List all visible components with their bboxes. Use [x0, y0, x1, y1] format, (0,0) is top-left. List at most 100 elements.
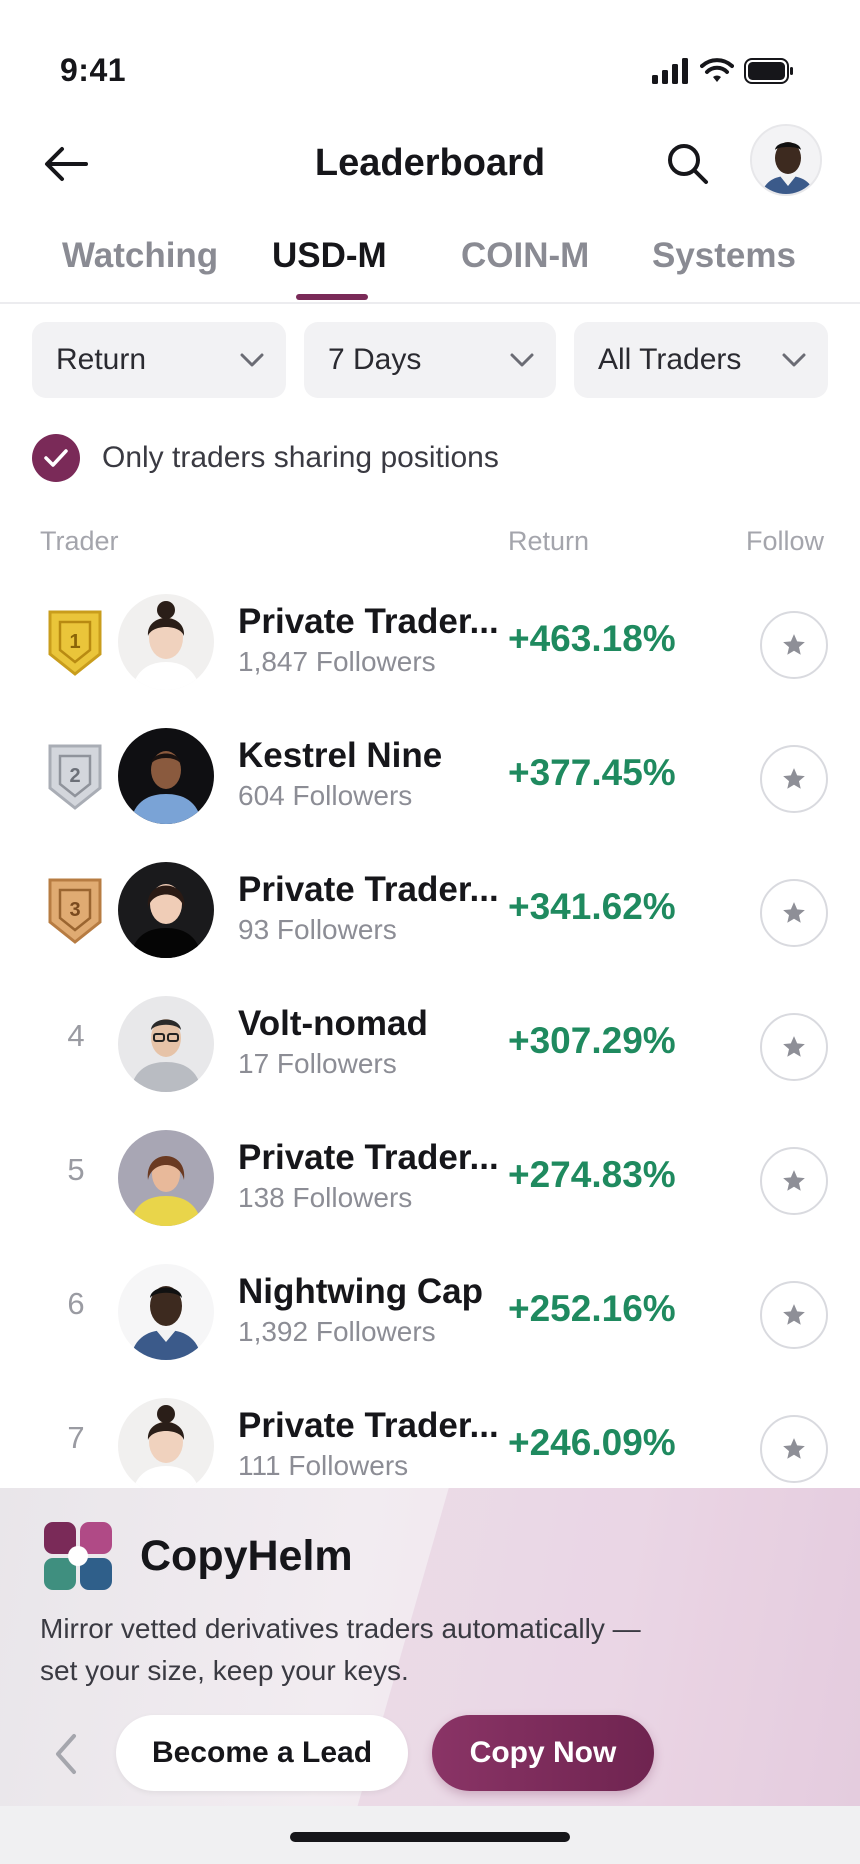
- avatar: [118, 594, 214, 690]
- follower-count: 1,392 Followers: [238, 1316, 436, 1347]
- star-icon: [783, 1170, 805, 1191]
- follower-count: 138 Followers: [238, 1182, 413, 1213]
- silver-rank-badge-icon: 2: [48, 744, 102, 810]
- rank-number: 7: [67, 1420, 85, 1455]
- sort-dropdown[interactable]: Return: [32, 322, 286, 398]
- sharing-positions-checkbox[interactable]: [32, 434, 80, 482]
- rank-number: 3: [69, 899, 80, 921]
- follow-button[interactable]: [760, 1415, 828, 1483]
- home-indicator-area: [0, 1806, 860, 1864]
- column-header-follow: Follow: [746, 526, 825, 556]
- return-value: +252.16%: [508, 1288, 676, 1329]
- profile-avatar-button[interactable]: [750, 124, 822, 196]
- trader-row[interactable]: 2 Kestrel Nine 604 Followers +377.45%: [0, 706, 860, 840]
- follow-button[interactable]: [760, 879, 828, 947]
- follow-button[interactable]: [760, 745, 828, 813]
- page-title: Leaderboard: [314, 142, 546, 184]
- trader-name[interactable]: Private Trader...: [238, 1406, 502, 1446]
- trader-row[interactable]: 6 Nightwing Cap 1,392 Followers +252.16%: [0, 1242, 860, 1376]
- avatar: [118, 728, 214, 824]
- search-icon: [668, 144, 708, 184]
- trader-name[interactable]: Private Trader...: [238, 870, 502, 910]
- rank-number: 6: [67, 1286, 85, 1321]
- trader-row[interactable]: 5 Private Trader... 138 Followers +274.8…: [0, 1108, 860, 1242]
- tab-systems[interactable]: Systems: [652, 236, 796, 276]
- follower-count: 17 Followers: [238, 1048, 397, 1079]
- sharing-positions-label: Only traders sharing positions: [102, 441, 499, 474]
- trader-name[interactable]: Private Trader...: [238, 602, 502, 642]
- star-icon: [783, 902, 805, 923]
- return-value: +463.18%: [508, 618, 676, 659]
- wifi-icon: [700, 58, 734, 82]
- checkmark-icon: [44, 449, 68, 467]
- rank-number: 2: [69, 765, 80, 787]
- promo-brand-name: CopyHelm: [140, 1532, 353, 1580]
- promo-prev-button[interactable]: [40, 1728, 92, 1780]
- follower-count: 604 Followers: [238, 780, 413, 811]
- trader-type-dropdown-value: All Traders: [598, 343, 742, 376]
- rank-number: 5: [67, 1152, 85, 1187]
- sort-dropdown-value: Return: [56, 343, 147, 376]
- bronze-rank-badge-icon: 3: [48, 878, 102, 944]
- return-value: +307.29%: [508, 1020, 676, 1061]
- trader-row[interactable]: 1 Private Trader... 1,847 Followers +463…: [0, 572, 860, 706]
- period-dropdown[interactable]: 7 Days: [304, 322, 556, 398]
- rank-number: 4: [67, 1018, 85, 1053]
- avatar: [118, 862, 214, 958]
- copy-now-button[interactable]: Copy Now: [432, 1715, 654, 1791]
- star-icon: [783, 1036, 805, 1057]
- status-icons: [652, 58, 794, 84]
- copyhelm-logo-icon: [44, 1522, 112, 1590]
- rank-number: 1: [69, 631, 80, 653]
- trader-name[interactable]: Private Trader...: [238, 1138, 502, 1178]
- follow-button[interactable]: [760, 611, 828, 679]
- return-value: +274.83%: [508, 1154, 676, 1195]
- market-tabs: Watching USD-M COIN-M Systems: [0, 222, 860, 304]
- avatar: [118, 1264, 214, 1360]
- trader-row[interactable]: 3 Private Trader... 93 Followers +341.62…: [0, 840, 860, 974]
- follow-button[interactable]: [760, 1147, 828, 1215]
- status-bar: 9:41: [0, 0, 860, 120]
- avatar: [118, 996, 214, 1092]
- trader-row[interactable]: 4 Volt-nomad 17 Followers +307.29%: [0, 974, 860, 1108]
- trader-name[interactable]: Volt-nomad: [238, 1004, 502, 1044]
- gold-rank-badge-icon: 1: [48, 610, 102, 676]
- tab-coin-m[interactable]: COIN-M: [461, 236, 589, 276]
- star-icon: [783, 1304, 805, 1325]
- tab-watching[interactable]: Watching: [62, 236, 218, 276]
- column-header-trader: Trader: [40, 526, 119, 556]
- tab-usd-m[interactable]: USD-M: [272, 236, 387, 276]
- active-tab-indicator: [296, 294, 368, 300]
- star-icon: [783, 1438, 805, 1459]
- app-header: Leaderboard: [0, 120, 860, 220]
- chevron-down-icon: [782, 353, 806, 367]
- status-time: 9:41: [60, 52, 127, 88]
- trader-type-dropdown[interactable]: All Traders: [574, 322, 828, 398]
- chevron-left-icon: [56, 1734, 76, 1774]
- sharing-positions-filter[interactable]: Only traders sharing positions: [32, 434, 499, 482]
- signal-icon: [652, 58, 688, 84]
- follower-count: 93 Followers: [238, 914, 397, 945]
- return-value: +341.62%: [508, 886, 676, 927]
- trader-name[interactable]: Kestrel Nine: [238, 736, 502, 776]
- column-header-return: Return: [508, 526, 590, 556]
- follower-count: 1,847 Followers: [238, 646, 436, 677]
- avatar: [118, 1130, 214, 1226]
- follow-button[interactable]: [760, 1281, 828, 1349]
- promo-description: Mirror vetted derivatives traders automa…: [40, 1613, 641, 1686]
- avatar: [118, 1398, 214, 1494]
- return-value: +377.45%: [508, 752, 676, 793]
- chevron-down-icon: [240, 353, 264, 367]
- home-indicator[interactable]: [290, 1832, 570, 1842]
- copyhelm-promo-panel: CopyHelm Mirror vetted derivatives trade…: [0, 1488, 860, 1806]
- star-icon: [783, 768, 805, 789]
- period-dropdown-value: 7 Days: [328, 343, 422, 376]
- become-a-lead-button[interactable]: Become a Lead: [116, 1715, 408, 1791]
- avatar: [752, 126, 820, 194]
- trader-name[interactable]: Nightwing Cap: [238, 1272, 502, 1312]
- follow-button[interactable]: [760, 1013, 828, 1081]
- follower-count: 111 Followers: [238, 1450, 409, 1481]
- search-button[interactable]: [660, 136, 716, 192]
- battery-icon: [744, 58, 793, 84]
- chevron-down-icon: [510, 353, 534, 367]
